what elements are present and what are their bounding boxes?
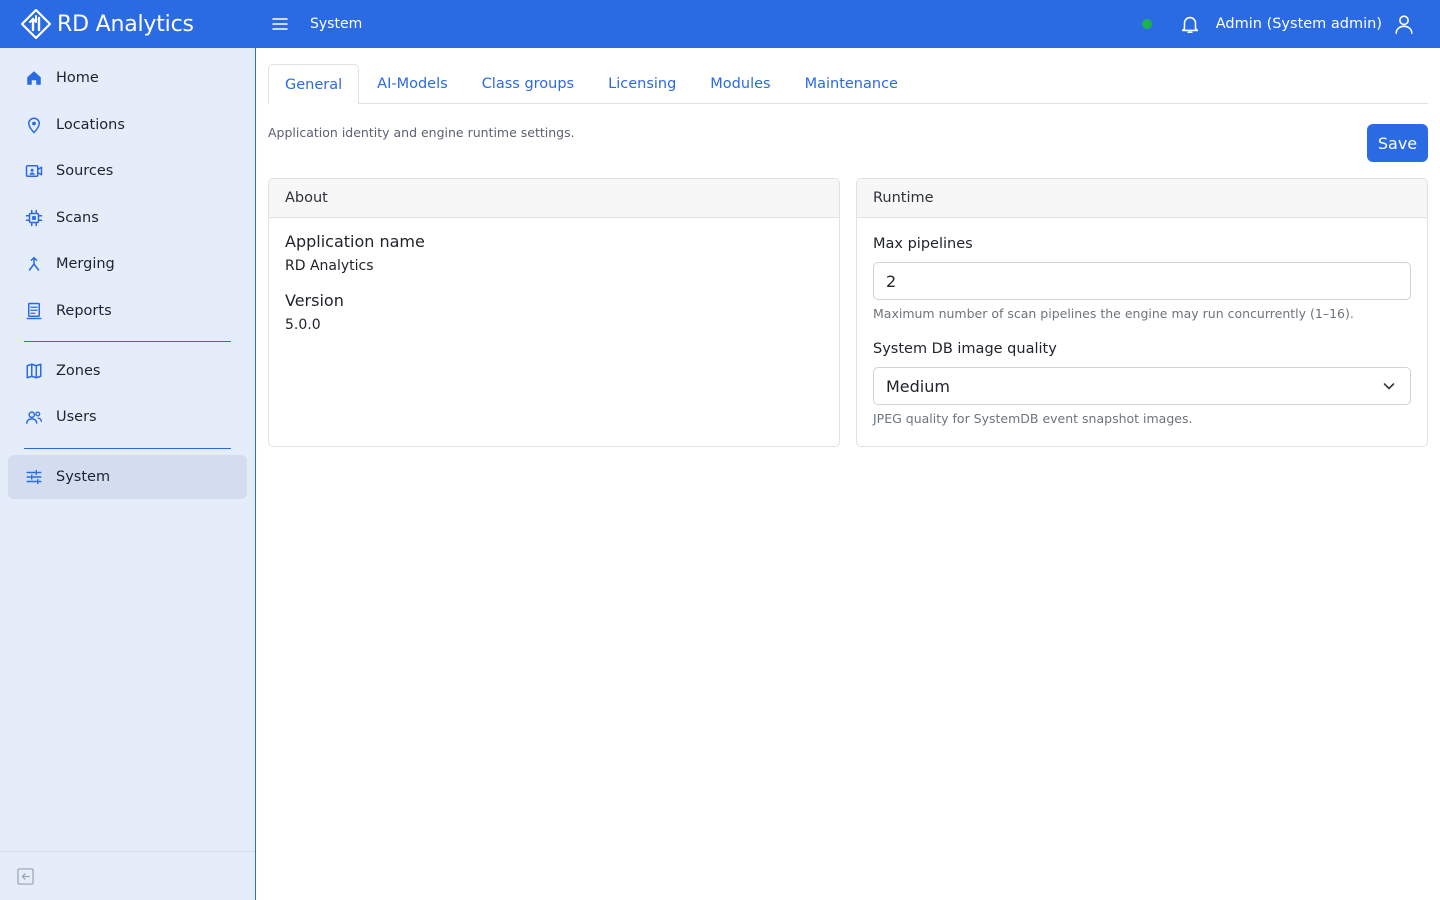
tab-class-groups[interactable]: Class groups bbox=[466, 64, 590, 104]
location-pin-icon bbox=[24, 115, 44, 135]
bell-icon bbox=[1181, 16, 1198, 34]
notifications-button[interactable] bbox=[1178, 12, 1202, 36]
menu-toggle-button[interactable] bbox=[268, 12, 292, 36]
max-pipelines-value: 2 bbox=[886, 271, 897, 291]
sidebar-item-reports[interactable]: Reports bbox=[8, 289, 247, 333]
runtime-card: Runtime Max pipelines 2 Maximum number o… bbox=[856, 178, 1428, 447]
tab-licensing[interactable]: Licensing bbox=[592, 64, 692, 104]
about-card-title: About bbox=[269, 179, 839, 218]
sidebar-divider bbox=[24, 448, 231, 449]
chevron-down-icon bbox=[1383, 383, 1395, 390]
user-name[interactable]: Admin (System admin) bbox=[1216, 16, 1382, 32]
merge-icon bbox=[24, 254, 44, 274]
max-pipelines-help: Maximum number of scan pipelines the eng… bbox=[873, 306, 1354, 321]
image-quality-select[interactable]: Medium bbox=[873, 367, 1411, 405]
sidebar-item-sources[interactable]: Sources bbox=[8, 149, 247, 193]
sidebar-item-label: Merging bbox=[56, 256, 115, 272]
image-quality-selected: Medium bbox=[886, 376, 950, 396]
tab-ai-models[interactable]: AI-Models bbox=[361, 64, 464, 104]
image-quality-help: JPEG quality for SystemDB event snapshot… bbox=[873, 411, 1193, 426]
breadcrumb: System bbox=[310, 16, 363, 32]
users-icon bbox=[24, 407, 44, 427]
camera-icon bbox=[24, 161, 44, 181]
user-icon bbox=[1395, 15, 1413, 34]
chip-icon bbox=[24, 208, 44, 228]
sidebar-item-label: System bbox=[56, 469, 111, 485]
sidebar-item-label: Scans bbox=[56, 210, 99, 226]
save-button[interactable]: Save bbox=[1367, 124, 1428, 162]
brand-name: RD Analytics bbox=[57, 11, 194, 37]
sidebar-footer bbox=[0, 851, 255, 900]
sidebar-item-label: Zones bbox=[56, 363, 101, 379]
sidebar-item-label: Locations bbox=[56, 117, 125, 133]
sidebar-item-locations[interactable]: Locations bbox=[8, 103, 247, 147]
page-description: Application identity and engine runtime … bbox=[268, 125, 575, 140]
app-name-label: Application name bbox=[285, 232, 425, 251]
sidebar-item-users[interactable]: Users bbox=[8, 395, 247, 439]
main-content: General AI-Models Class groups Licensing… bbox=[268, 64, 1428, 447]
about-card: About Application name RD Analytics Vers… bbox=[268, 178, 840, 447]
sliders-icon bbox=[24, 467, 44, 487]
home-icon bbox=[24, 68, 44, 88]
sidebar-item-label: Sources bbox=[56, 163, 114, 179]
sidebar-item-scans[interactable]: Scans bbox=[8, 196, 247, 240]
sidebar: Home Locations Sources Scans Merging Rep… bbox=[0, 48, 256, 900]
version-value: 5.0.0 bbox=[285, 317, 321, 333]
image-quality-label: System DB image quality bbox=[873, 341, 1057, 357]
tab-general[interactable]: General bbox=[268, 64, 360, 105]
connection-status-indicator bbox=[1141, 19, 1152, 29]
sidebar-item-label: Reports bbox=[56, 303, 112, 319]
max-pipelines-label: Max pipelines bbox=[873, 236, 973, 252]
tab-bar: General AI-Models Class groups Licensing… bbox=[268, 64, 1428, 105]
sidebar-item-zones[interactable]: Zones bbox=[8, 349, 247, 393]
version-label: Version bbox=[285, 291, 344, 310]
tab-modules[interactable]: Modules bbox=[694, 64, 786, 104]
sidebar-item-system[interactable]: System bbox=[8, 455, 247, 499]
brand-logo-icon bbox=[20, 8, 52, 40]
app-name-value: RD Analytics bbox=[285, 258, 374, 274]
sidebar-item-merging[interactable]: Merging bbox=[8, 242, 247, 286]
top-bar: RD Analytics System Admin (System admin) bbox=[0, 0, 1440, 48]
menu-icon bbox=[272, 18, 288, 30]
collapse-sidebar-button[interactable] bbox=[16, 867, 34, 885]
report-icon bbox=[24, 301, 44, 321]
sidebar-item-label: Users bbox=[56, 409, 97, 425]
runtime-card-title: Runtime bbox=[857, 179, 1427, 218]
sidebar-item-label: Home bbox=[56, 70, 99, 86]
sidebar-divider bbox=[24, 341, 231, 342]
max-pipelines-input[interactable]: 2 bbox=[873, 262, 1411, 300]
tab-maintenance[interactable]: Maintenance bbox=[789, 64, 914, 104]
collapse-icon bbox=[16, 867, 34, 885]
brand[interactable]: RD Analytics bbox=[0, 8, 256, 40]
user-menu-button[interactable] bbox=[1392, 12, 1416, 36]
map-icon bbox=[24, 361, 44, 381]
sidebar-item-home[interactable]: Home bbox=[8, 56, 247, 100]
